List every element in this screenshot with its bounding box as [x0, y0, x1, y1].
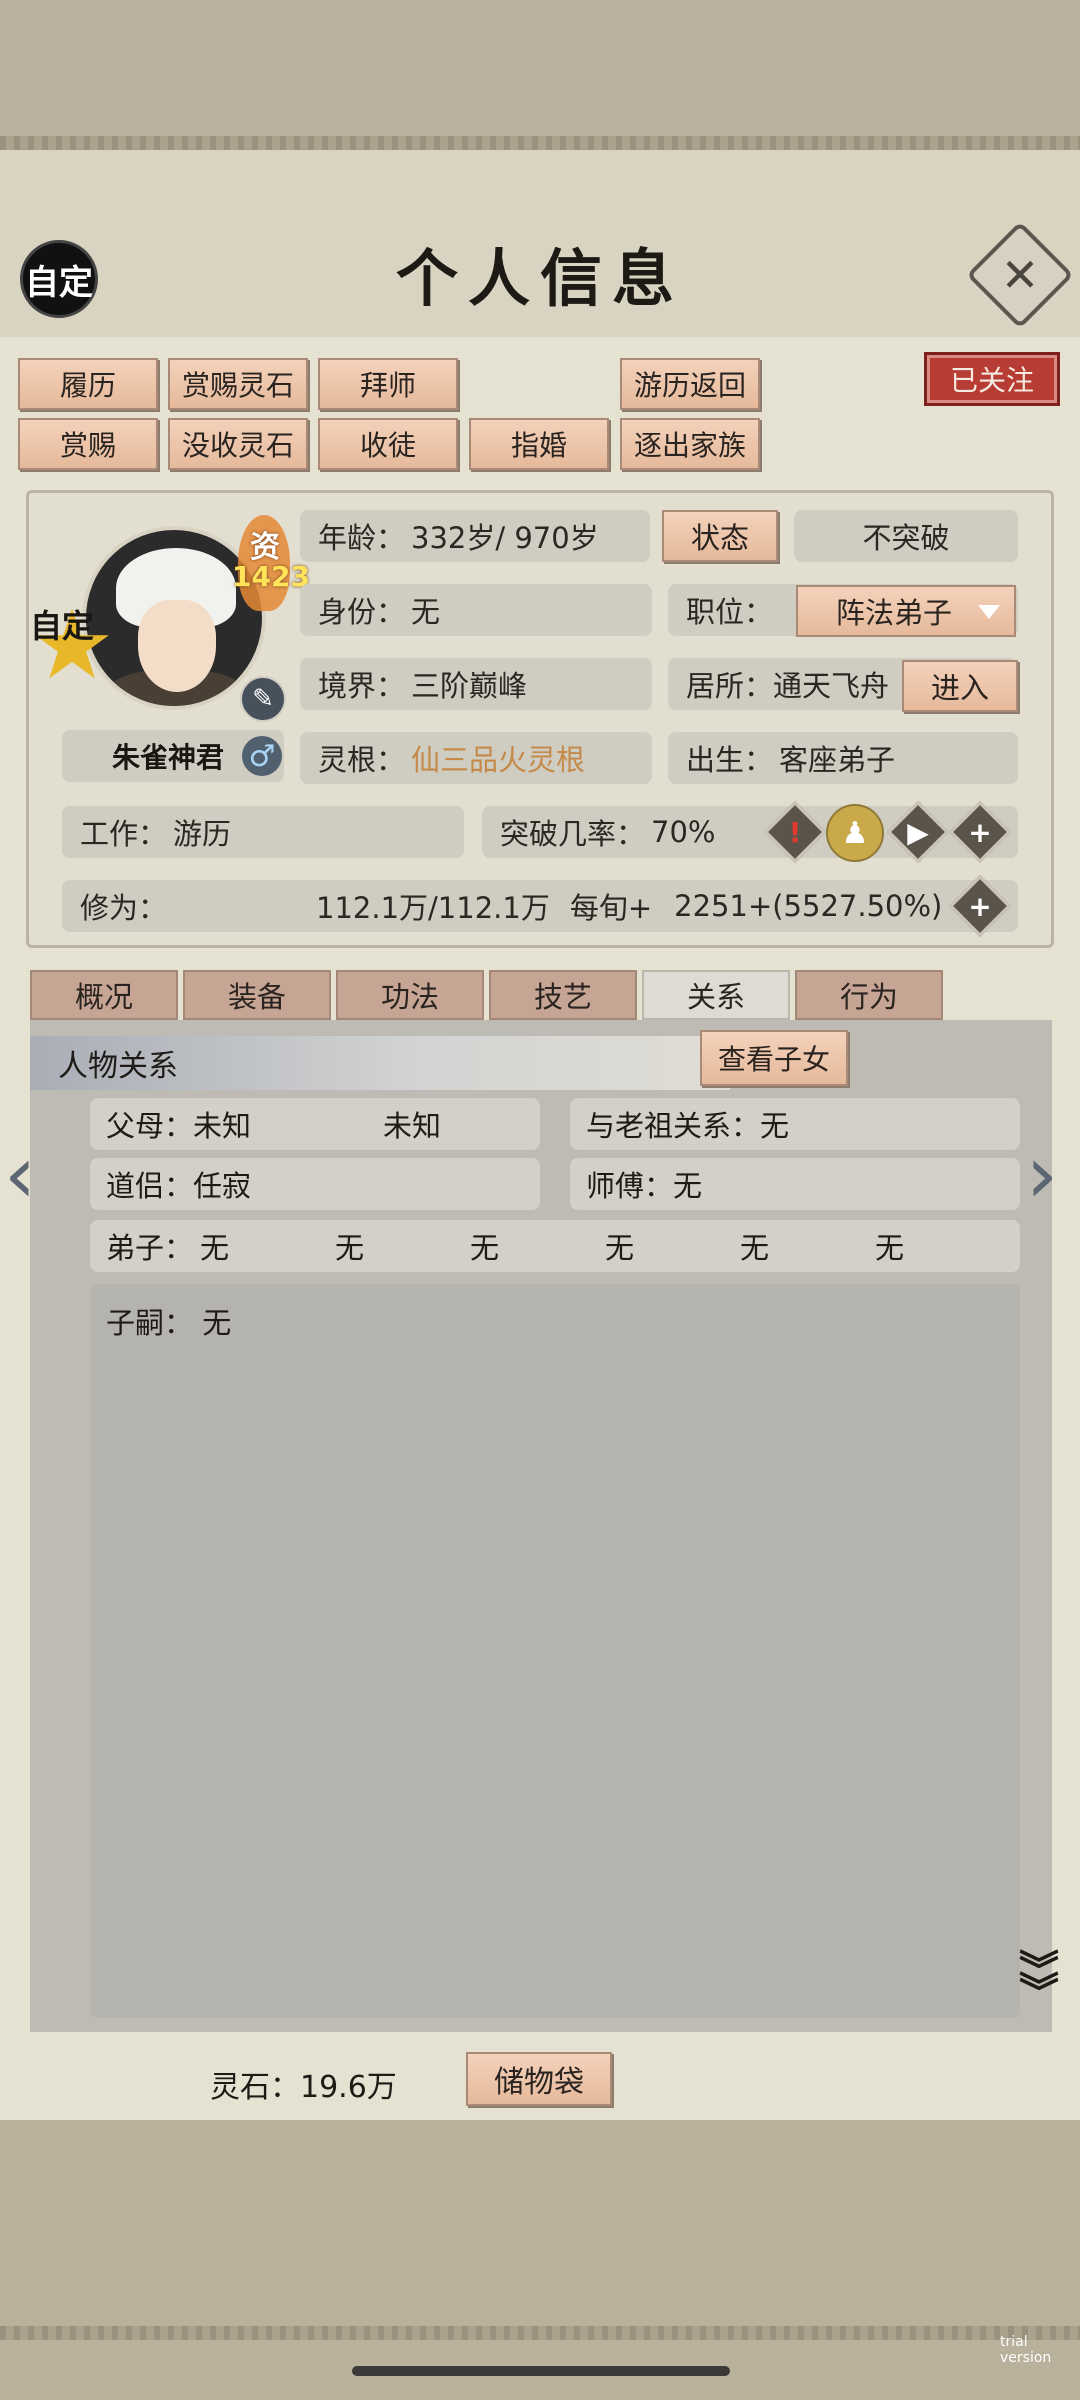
partner-label: 道侣： — [106, 1169, 194, 1203]
spirit-root-field: 灵根： 仙三品火灵根 — [300, 732, 652, 784]
spirit-root-label: 灵根： — [318, 743, 406, 777]
work-field: 工作： 游历 — [62, 806, 464, 858]
expel-from-clan-button[interactable]: 逐出家族 — [620, 418, 760, 470]
tab-equipment[interactable]: 装备 — [183, 970, 331, 1020]
edit-brush-icon[interactable]: ✎ — [240, 676, 286, 722]
realm-value: 三阶巅峰 — [411, 669, 528, 703]
parent-2: 未知 — [383, 1109, 442, 1143]
disciple-1: 无 — [200, 1231, 230, 1265]
storage-bag-button[interactable]: 储物袋 — [466, 2052, 612, 2106]
parent-1: 未知 — [193, 1109, 252, 1143]
reward-button[interactable]: 赏赐 — [18, 418, 158, 470]
cultivation-value: 112.1万/112.1万 — [316, 891, 550, 925]
breakthrough-rate-label: 突破几率： — [500, 817, 646, 851]
scroll-down-chevrons-icon[interactable]: ︾ ︾ — [1014, 1951, 1064, 2030]
tab-relations[interactable]: 关系 — [642, 970, 790, 1020]
disciple-2: 无 — [335, 1231, 365, 1265]
top-decor-band — [0, 0, 1080, 150]
bottom-decor-band — [0, 2120, 1080, 2400]
tab-skills[interactable]: 技艺 — [489, 970, 637, 1020]
age-field: 年龄： 332岁/ 970岁 — [300, 510, 650, 562]
position-value: 阵法弟子 — [836, 596, 953, 630]
age-value: 332岁/ 970岁 — [411, 521, 599, 555]
close-x-icon[interactable]: ✕ — [982, 237, 1058, 313]
section-title: 人物关系 — [30, 1036, 730, 1090]
master-value: 无 — [673, 1169, 703, 1203]
chevron-down-icon — [978, 605, 1000, 619]
breakthrough-figure-icon[interactable]: ♟ — [826, 804, 884, 862]
star-badge-label: 自定 — [30, 607, 95, 645]
heirs-value: 无 — [202, 1306, 232, 1340]
master-label: 师傅： — [586, 1169, 674, 1203]
birth-field: 出生： 客座弟子 — [668, 732, 1018, 784]
spirit-stone-count: 灵石：19.6万 — [210, 2070, 397, 2105]
ancestor-label: 与老祖关系： — [586, 1109, 761, 1143]
master-row: 师傅： 无 — [570, 1158, 1020, 1210]
accept-disciple-button[interactable]: 收徒 — [318, 418, 458, 470]
realm-field: 境界： 三阶巅峰 — [300, 658, 652, 710]
disciples-label: 弟子： — [106, 1231, 194, 1265]
per-period-value: 2251+(5527.50%) — [674, 889, 943, 923]
arrange-marriage-button[interactable]: 指婚 — [469, 418, 609, 470]
enter-button[interactable]: 进入 — [902, 660, 1018, 712]
heirs-label: 子嗣： — [106, 1306, 194, 1340]
realm-label: 境界： — [318, 669, 406, 703]
confiscate-stones-button[interactable]: 没收灵石 — [168, 418, 308, 470]
identity-field: 身份： 无 — [300, 584, 652, 636]
become-disciple-button[interactable]: 拜师 — [318, 358, 458, 410]
tab-overview[interactable]: 概况 — [30, 970, 178, 1020]
plus-icon: + — [968, 815, 992, 849]
view-children-button[interactable]: 查看子女 — [700, 1030, 848, 1086]
previous-character-arrow-icon[interactable]: ‹ — [4, 1135, 54, 1220]
disciples-row: 弟子： 无 无 无 无 无 无 — [90, 1220, 1020, 1272]
status-button[interactable]: 状态 — [662, 510, 778, 562]
disciple-6: 无 — [875, 1231, 905, 1265]
next-character-arrow-icon[interactable]: › — [1026, 1135, 1076, 1220]
return-from-travel-button[interactable]: 游历返回 — [620, 358, 760, 410]
plus-icon: + — [968, 889, 992, 923]
identity-value: 无 — [411, 595, 441, 629]
home-indicator[interactable] — [352, 2366, 730, 2376]
position-label: 职位： — [686, 595, 774, 629]
male-gender-icon: ♂ — [242, 736, 282, 776]
work-label: 工作： — [80, 817, 168, 851]
per-period-label: 每旬+ — [569, 891, 653, 925]
disciple-4: 无 — [605, 1231, 635, 1265]
identity-label: 身份： — [318, 595, 406, 629]
ancestor-value: 无 — [760, 1109, 790, 1143]
tab-behavior[interactable]: 行为 — [795, 970, 943, 1020]
cultivation-field: 修为： 112.1万/112.1万 每旬+ 2251+(5527.50%) — [62, 880, 1018, 932]
page-title: 个人信息 — [395, 242, 684, 315]
followed-button[interactable]: 已关注 — [924, 352, 1060, 406]
cultivation-label: 修为： — [80, 891, 168, 925]
play-icon: ▶ — [907, 815, 929, 849]
warning-icon: ! — [788, 815, 802, 849]
partner-value: 任寂 — [193, 1169, 252, 1203]
resume-button[interactable]: 履历 — [18, 358, 158, 410]
residence-label: 居所：通天飞舟 — [686, 669, 890, 703]
breakthrough-toggle[interactable]: 不突破 — [794, 510, 1018, 562]
birth-value: 客座弟子 — [779, 743, 896, 777]
disciple-5: 无 — [740, 1231, 770, 1265]
partner-row: 道侣： 任寂 — [90, 1158, 540, 1210]
parents-label: 父母： — [106, 1109, 194, 1143]
aptitude-value: 1423 — [232, 560, 310, 593]
age-label: 年龄： — [318, 521, 406, 555]
ancestor-row: 与老祖关系： 无 — [570, 1098, 1020, 1150]
tab-techniques[interactable]: 功法 — [336, 970, 484, 1020]
parents-row: 父母： 未知 未知 — [90, 1098, 540, 1150]
birth-label: 出生： — [686, 743, 774, 777]
heirs-box: 子嗣： 无 — [90, 1284, 1020, 2018]
breakthrough-rate-value: 70% — [651, 815, 716, 849]
position-dropdown[interactable]: 阵法弟子 — [796, 585, 1016, 637]
work-value: 游历 — [173, 817, 232, 851]
reward-stones-button[interactable]: 赏赐灵石 — [168, 358, 308, 410]
trial-watermark: trial version — [1000, 2334, 1052, 2366]
spirit-root-value: 仙三品火灵根 — [411, 743, 586, 777]
disciple-3: 无 — [470, 1231, 500, 1265]
